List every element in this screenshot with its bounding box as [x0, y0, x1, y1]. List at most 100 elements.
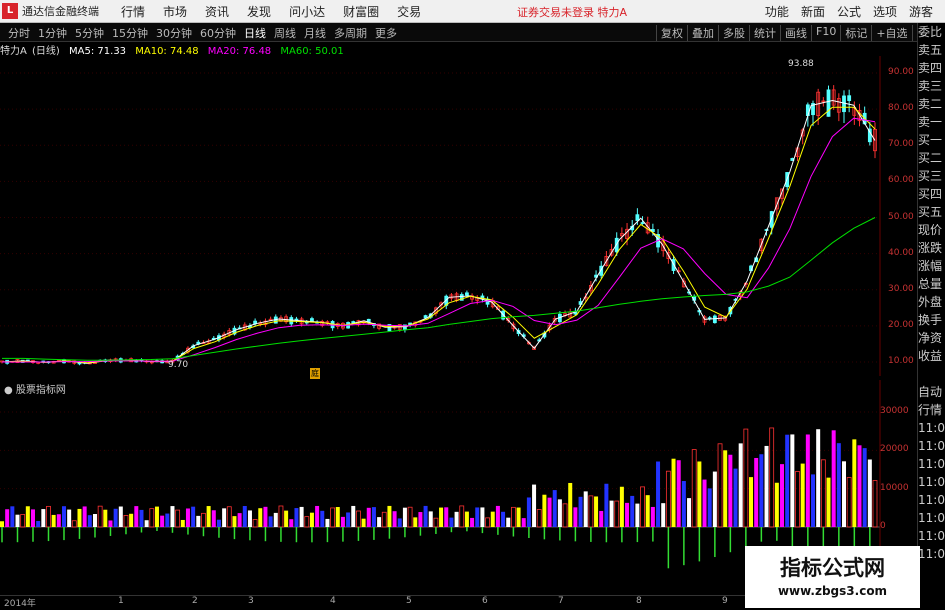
tab-monthly[interactable]: 月线	[300, 25, 330, 41]
menu-news[interactable]: 资讯	[196, 3, 238, 20]
sidebar-item-9[interactable]: 买四	[918, 185, 945, 203]
sidebar-item-1[interactable]: 卖五	[918, 41, 945, 59]
volume-bar	[165, 513, 170, 527]
volume-bar	[454, 511, 459, 527]
volume-bar	[521, 518, 526, 527]
btn-mark[interactable]: 标记	[840, 25, 871, 41]
tab-30min[interactable]: 30分钟	[152, 25, 196, 41]
app-name: 通达信金融终端	[22, 5, 99, 18]
watermark-title: 指标公式网	[780, 556, 885, 580]
event-marker[interactable]: 庭	[310, 368, 320, 379]
sidebar-item-28[interactable]: 11:09	[918, 527, 945, 545]
menu-ask[interactable]: 问小达	[280, 3, 334, 20]
btn-f10[interactable]: F10	[811, 25, 840, 41]
volume-bar	[123, 515, 129, 528]
volume-bar	[30, 509, 35, 527]
sidebar-item-2[interactable]: 卖四	[918, 59, 945, 77]
sidebar-item-14[interactable]: 总量	[918, 275, 945, 293]
volume-bar	[206, 506, 211, 527]
btn-add-watchlist[interactable]: +自选	[871, 25, 911, 41]
menu-markets[interactable]: 市场	[154, 3, 196, 20]
sidebar-item-19[interactable]	[918, 365, 945, 383]
ma-info-bar: 特力A (日线) MA5: 71.33 MA10: 74.48 MA20: 76…	[0, 42, 350, 57]
price-chart[interactable]	[0, 56, 917, 376]
menu-formula[interactable]: 公式	[831, 3, 867, 20]
sidebar-item-22[interactable]: 11:08	[918, 419, 945, 437]
sidebar-item-12[interactable]: 涨跌	[918, 239, 945, 257]
tab-1min[interactable]: 1分钟	[34, 25, 71, 41]
sidebar-item-3[interactable]: 卖三	[918, 77, 945, 95]
tab-15min[interactable]: 15分钟	[108, 25, 152, 41]
sidebar-item-10[interactable]: 买五	[918, 203, 945, 221]
sidebar-item-29[interactable]: 11:09	[918, 545, 945, 563]
volume-bar	[92, 514, 97, 527]
volume-bar	[309, 512, 314, 527]
volume-bar	[536, 509, 542, 528]
menu-function[interactable]: 功能	[759, 3, 795, 20]
volume-bar	[764, 445, 769, 527]
volume-bar	[671, 458, 676, 527]
sidebar-item-11[interactable]: 现价	[918, 221, 945, 239]
menu-trade[interactable]: 交易	[388, 3, 430, 20]
sidebar-item-27[interactable]: 11:09	[918, 509, 945, 527]
volume-bar	[144, 520, 149, 527]
volume-bar	[846, 477, 852, 528]
low-price-label: 9.70	[168, 360, 189, 370]
volume-bar	[191, 506, 196, 527]
sidebar-item-5[interactable]: 卖一	[918, 113, 945, 131]
sidebar-item-18[interactable]: 收益	[918, 347, 945, 365]
menu-new-page[interactable]: 新面	[795, 3, 831, 20]
price-tick-label: 70.00	[888, 139, 914, 150]
app-logo-icon: L	[2, 3, 18, 19]
sidebar-item-25[interactable]: 11:09	[918, 473, 945, 491]
tab-daily[interactable]: 日线	[240, 25, 270, 41]
volume-bar	[103, 509, 108, 527]
sidebar-item-13[interactable]: 涨幅	[918, 257, 945, 275]
volume-bar	[211, 510, 216, 527]
sidebar-item-7[interactable]: 买二	[918, 149, 945, 167]
volume-bar	[490, 511, 495, 527]
sidebar-item-15[interactable]: 外盘	[918, 293, 945, 311]
volume-bar	[599, 510, 604, 527]
login-notice[interactable]: 证券交易未登录 特力A	[517, 4, 627, 20]
sidebar-item-6[interactable]: 买一	[918, 131, 945, 149]
volume-bar	[795, 471, 800, 528]
menu-guest[interactable]: 游客	[903, 3, 939, 20]
volume-bar	[495, 505, 500, 527]
menu-market[interactable]: 行情	[112, 3, 154, 20]
menu-wealth[interactable]: 财富圈	[334, 3, 388, 20]
tab-more[interactable]: 更多	[371, 25, 401, 41]
sidebar-item-26[interactable]: 11:09	[918, 491, 945, 509]
volume-bar	[170, 506, 175, 527]
btn-stats[interactable]: 统计	[749, 25, 780, 41]
tab-60min[interactable]: 60分钟	[196, 25, 240, 41]
tab-multi-period[interactable]: 多周期	[330, 25, 371, 41]
sidebar-item-21[interactable]: 行情	[918, 401, 945, 419]
title-bar: L 通达信金融终端 行情 市场 资讯 发现 问小达 财富圈 交易 证券交易未登录…	[0, 0, 945, 23]
volume-bar	[149, 508, 155, 528]
volume-bar	[759, 454, 764, 527]
volume-bar	[444, 507, 449, 527]
btn-multi-stock[interactable]: 多股	[718, 25, 749, 41]
sidebar-item-24[interactable]: 11:09	[918, 455, 945, 473]
volume-bar	[583, 491, 588, 527]
sidebar-item-0[interactable]: 委比	[918, 23, 945, 41]
btn-adjust[interactable]: 复权	[656, 25, 687, 41]
sidebar-item-23[interactable]: 11:08	[918, 437, 945, 455]
volume-bar	[614, 500, 620, 528]
volume-bar	[867, 459, 872, 527]
volume-bar	[625, 502, 630, 527]
menu-discover[interactable]: 发现	[238, 3, 280, 20]
sidebar-item-16[interactable]: 换手	[918, 311, 945, 329]
sidebar-item-4[interactable]: 卖二	[918, 95, 945, 113]
tab-weekly[interactable]: 周线	[270, 25, 300, 41]
menu-options[interactable]: 选项	[867, 3, 903, 20]
sidebar-item-17[interactable]: 净资	[918, 329, 945, 347]
tab-5min[interactable]: 5分钟	[71, 25, 108, 41]
sidebar-item-20[interactable]: 自动	[918, 383, 945, 401]
sidebar-item-8[interactable]: 买三	[918, 167, 945, 185]
btn-draw[interactable]: 画线	[780, 25, 811, 41]
volume-bar	[578, 496, 583, 527]
tab-timeshare[interactable]: 分时	[4, 25, 34, 41]
btn-overlay[interactable]: 叠加	[687, 25, 718, 41]
